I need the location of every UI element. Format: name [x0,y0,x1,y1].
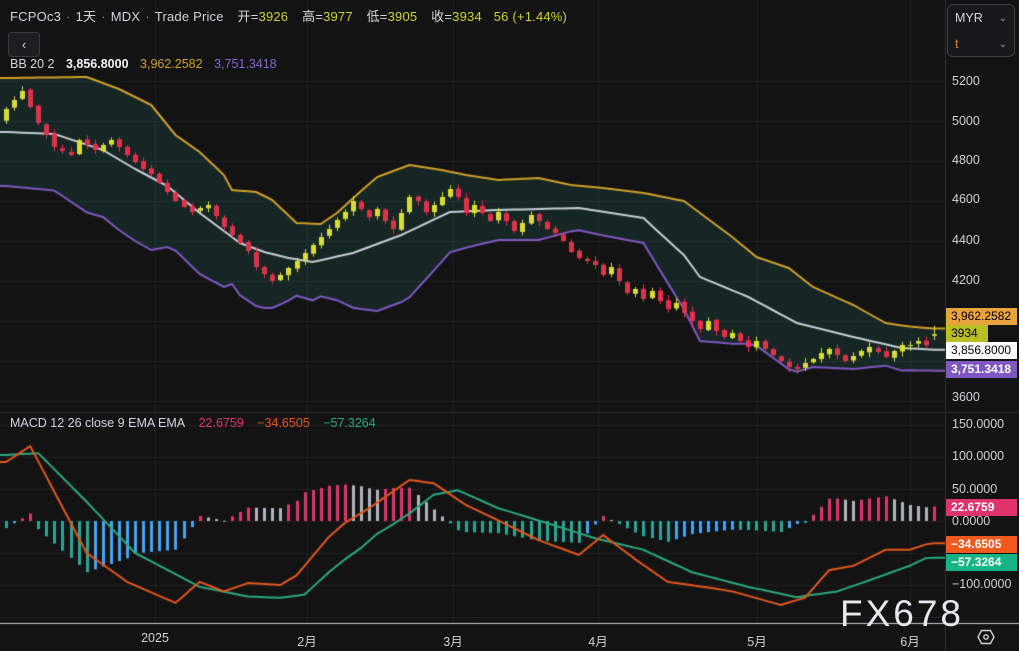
macd-tick: −100.0000 [952,577,1012,591]
macd-signal-value: −57.3264 [323,416,376,430]
interval-label[interactable]: 1天 [76,9,97,24]
low-label: 低= [366,9,388,24]
time-tick: 3月 [443,635,463,649]
open-label: 开= [237,9,259,24]
unit-dropdown[interactable]: t ⌄ [948,31,1014,57]
change-value: 56 (+1.44%) [493,9,568,24]
currency-dropdown[interactable]: MYR ⌄ [948,5,1014,31]
price-tick: 4200 [952,273,980,287]
last-price-badge: 3934 [946,325,988,342]
exchange-label[interactable]: MDX [111,9,141,24]
macd-line-value: −34.6505 [257,416,310,430]
bb-basis-price-badge: 3,856.8000 [946,342,1017,359]
fx678-watermark: FX678 [840,593,965,634]
macd-hist-value: 22.6759 [198,416,244,430]
time-tick: 5月 [747,635,767,649]
macd-tick: 150.0000 [952,417,1005,431]
low-value: 3905 [387,9,418,24]
bb-lower-price-badge: 3,751.3418 [946,361,1017,378]
currency-value: MYR [955,11,983,25]
bb-basis-value: 3,856.8000 [65,57,129,71]
bb-lower-value: 3,751.3418 [214,57,277,71]
macd-indicator-legend: MACD 12 26 close 9 EMA EMA 22.6759 −34.6… [10,416,376,430]
time-tick: 4月 [588,635,608,649]
macd-hist-badge: 22.6759 [946,499,1017,516]
back-button[interactable]: ‹ [8,32,40,57]
chevron-left-icon: ‹ [21,37,27,52]
high-value: 3977 [323,9,353,24]
macd-tick: 0.0000 [952,514,991,528]
price-tick: 4400 [952,233,980,247]
scale-settings-button[interactable] [974,626,998,648]
macd-indicator-name[interactable]: MACD 12 26 close 9 EMA EMA [10,416,185,430]
time-tick: 2025 [141,631,169,645]
price-tick: 3600 [952,390,980,404]
separator-dot: · [66,9,71,24]
trading-chart-app: FCPOc3 · 1天 · MDX · Trade Price 开=3926 高=3977 … [0,0,1019,651]
open-value: 3926 [258,9,289,24]
close-label: 收= [431,9,453,24]
macd-tick: 100.0000 [952,449,1005,463]
bb-indicator-legend: BB 20 2 3,856.8000 3,962.2582 3,751.3418 [10,57,277,71]
price-tick: 4800 [952,153,980,167]
macd-line-badge: −34.6505 [946,536,1017,553]
price-tick: 5000 [952,114,980,128]
macd-tick: 50.0000 [952,482,998,496]
price-tick: 4600 [952,192,980,206]
bb-upper-value: 3,962.2582 [140,57,203,71]
symbol-name[interactable]: FCPOc3 [10,9,61,24]
bb-indicator-name[interactable]: BB 20 2 [10,57,54,71]
chart-canvas[interactable] [0,0,1019,651]
price-tick: 5200 [952,74,980,88]
chevron-down-icon: ⌄ [998,38,1007,50]
axis-unit-selector: MYR ⌄ t ⌄ [947,4,1015,57]
macd-signal-badge: −57.3264 [946,554,1017,571]
series-type-label[interactable]: Trade Price [155,9,224,24]
bb-upper-price-badge: 3,962.2582 [946,308,1017,325]
chevron-down-icon: ⌄ [998,12,1007,24]
separator-dot: · [145,9,150,24]
unit-value: t [955,37,959,51]
separator-dot: · [101,9,106,24]
high-label: 高= [302,9,324,24]
symbol-legend: FCPOc3 · 1天 · MDX · Trade Price 开=3926 高=3977 … [10,6,567,25]
hexagon-settings-icon [977,629,995,645]
time-tick: 2月 [297,635,317,649]
close-value: 3934 [452,9,482,24]
